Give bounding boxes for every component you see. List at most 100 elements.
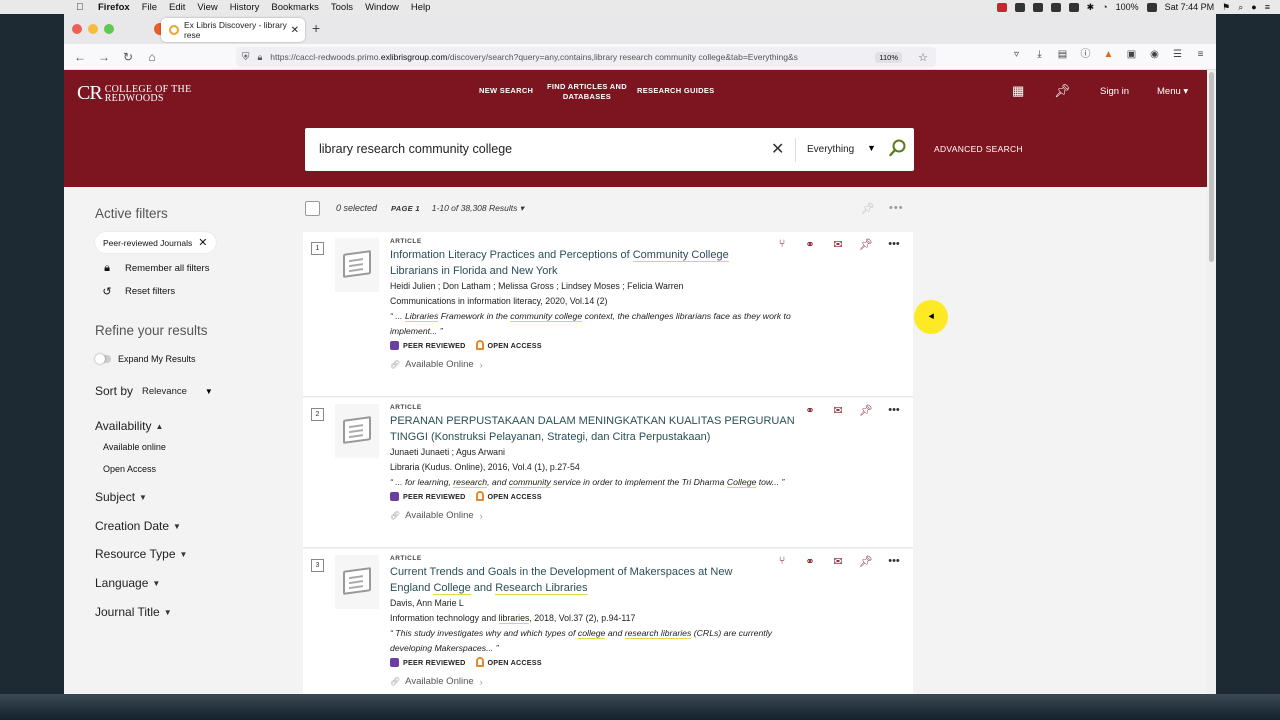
reload-icon[interactable]: ↻ — [116, 50, 140, 64]
facet-creation-date[interactable]: Creation Date ▼ — [95, 519, 181, 533]
sign-in-link[interactable]: Sign in — [1100, 86, 1129, 97]
result-title[interactable]: Current Trends and Goals in the Developm… — [390, 565, 860, 596]
nav-find-articles[interactable]: FIND ARTICLES AND DATABASES — [547, 82, 627, 102]
reset-filters[interactable]: ↺ Reset filters — [97, 285, 175, 298]
scrollbar-thumb[interactable] — [1209, 72, 1214, 262]
zoom-window-icon[interactable] — [104, 24, 114, 34]
results-count[interactable]: 1-10 of 38,308 Results ▾ — [432, 203, 524, 214]
extension-icon[interactable]: ⓘ — [1080, 49, 1091, 60]
result-thumbnail[interactable] — [335, 555, 379, 609]
result-item[interactable]: 2 ARTICLE PERANAN PERPUSTAKAAN DALAM MEN… — [303, 398, 913, 548]
result-item[interactable]: 1 ARTICLE Information Literacy Practices… — [303, 232, 913, 397]
shield-icon[interactable]: ⛨ — [242, 52, 250, 63]
downloads-icon[interactable]: ⤓ — [1034, 49, 1045, 60]
close-window-icon[interactable] — [72, 24, 82, 34]
nav-research-guides[interactable]: RESEARCH GUIDES — [637, 86, 714, 96]
more-actions-icon[interactable]: ••• — [887, 404, 901, 417]
menu-file[interactable]: File — [142, 2, 157, 13]
clock[interactable]: Sat 7:44 PM — [1165, 2, 1215, 12]
page-scrollbar[interactable] — [1207, 70, 1216, 694]
menu-edit[interactable]: Edit — [169, 2, 185, 13]
result-title[interactable]: Information Literacy Practices and Perce… — [390, 248, 860, 279]
facet-option-available-online[interactable]: Available online — [103, 442, 166, 452]
siri-icon[interactable]: ● — [1251, 2, 1256, 12]
url-bar[interactable]: ⛨ 🔒︎ https://caccl-redwoods.primo.exlibr… — [236, 47, 936, 67]
bookmark-star-icon[interactable]: ☆ — [918, 51, 928, 64]
permalink-icon[interactable]: ⚭ — [803, 555, 817, 568]
search-icon[interactable] — [889, 139, 907, 157]
menu-help[interactable]: Help — [411, 2, 431, 13]
search-scope-select[interactable]: Everything — [807, 144, 854, 155]
pin-icon[interactable]: 📌︎ — [861, 202, 875, 215]
expand-results[interactable]: Expand My Results — [95, 354, 196, 364]
back-icon[interactable]: ← — [68, 50, 92, 64]
extension-icon[interactable]: ◉ — [1149, 49, 1160, 60]
expand-toggle[interactable] — [95, 354, 111, 364]
search-input[interactable]: library research community college — [319, 142, 512, 156]
availability-link[interactable]: 🔗︎ Available Online › — [390, 359, 860, 370]
pin-icon[interactable]: 📌︎ — [859, 238, 873, 251]
email-icon[interactable]: ✉ — [831, 404, 845, 417]
permalink-icon[interactable]: ⚭ — [803, 238, 817, 251]
facet-subject[interactable]: Subject ▼ — [95, 490, 147, 504]
zoom-level[interactable]: 110% — [875, 51, 902, 63]
qr-code-icon[interactable]: ▦ — [1012, 83, 1024, 99]
menu-window[interactable]: Window — [365, 2, 399, 13]
tab-active[interactable]: Ex Libris Discovery - library rese ✕ — [161, 18, 305, 42]
clear-search-icon[interactable]: ✕ — [771, 139, 784, 159]
bluetooth-icon[interactable]: ✱ — [1087, 2, 1095, 13]
extension-icon[interactable]: ▣ — [1126, 49, 1137, 60]
flag-icon[interactable]: ⚑ — [1222, 2, 1230, 13]
result-title[interactable]: PERANAN PERPUSTAKAAN DALAM MENINGKATKAN … — [390, 414, 860, 445]
facet-journal-title[interactable]: Journal Title ▼ — [95, 605, 172, 619]
availability-link[interactable]: 🔗︎ Available Online › — [390, 676, 860, 687]
more-actions-icon[interactable]: ••• — [887, 238, 901, 251]
more-actions-icon[interactable]: ••• — [889, 202, 904, 214]
pin-icon[interactable]: 📌︎ — [1054, 83, 1071, 99]
select-all-checkbox[interactable] — [305, 200, 320, 216]
email-icon[interactable]: ✉ — [831, 555, 845, 568]
facet-option-open-access[interactable]: Open Access — [103, 464, 156, 474]
sort-control[interactable]: Sort by Relevance ▼ — [95, 384, 213, 398]
tab-close-icon[interactable]: ✕ — [291, 25, 299, 36]
chevron-down-icon[interactable]: ▼ — [867, 143, 876, 153]
minimize-window-icon[interactable] — [88, 24, 98, 34]
extension-icon[interactable]: ▲ — [1103, 49, 1114, 60]
citation-trail-icon[interactable]: ⑂ — [775, 238, 789, 251]
lock-icon[interactable]: 🔒︎ — [258, 52, 263, 63]
pin-icon[interactable]: 📌︎ — [859, 404, 873, 417]
sidebar-icon[interactable]: ▤ — [1057, 49, 1068, 60]
menu-view[interactable]: View — [197, 2, 217, 13]
facet-resource-type[interactable]: Resource Type ▼ — [95, 547, 187, 561]
display-icon[interactable] — [1068, 2, 1079, 12]
app-s-icon[interactable] — [1032, 2, 1043, 12]
app-menu-icon[interactable]: ≡ — [1195, 49, 1206, 60]
home-icon[interactable]: ⌂ — [140, 50, 164, 64]
pin-icon[interactable]: 📌︎ — [859, 555, 873, 568]
result-thumbnail[interactable] — [335, 238, 379, 292]
chevron-down-icon[interactable]: ▼ — [205, 387, 213, 396]
forward-icon[interactable]: → — [92, 50, 116, 64]
control-center-icon[interactable]: ≡ — [1265, 2, 1270, 12]
active-filter-chip[interactable]: Peer-reviewed Journals ✕ — [95, 232, 216, 253]
result-item[interactable]: 3 ARTICLE Current Trends and Goals in th… — [303, 549, 913, 694]
citation-trail-icon[interactable]: ⑂ — [775, 555, 789, 568]
advanced-search-link[interactable]: ADVANCED SEARCH — [934, 144, 1023, 154]
college-logo[interactable]: CR COLLEGE OF THE REDWOODS — [77, 82, 191, 105]
menu-tools[interactable]: Tools — [331, 2, 353, 13]
nav-new-search[interactable]: NEW SEARCH — [479, 86, 533, 96]
new-tab-icon[interactable]: + — [312, 20, 320, 36]
email-icon[interactable]: ✉ — [831, 238, 845, 251]
url-text[interactable]: https://caccl-redwoods.primo.exlibrisgro… — [270, 52, 830, 62]
record-icon[interactable] — [996, 2, 1007, 12]
wifi-icon[interactable]: ◔ — [1102, 2, 1107, 12]
menu-button[interactable]: Menu ▾ — [1157, 86, 1188, 97]
facet-language[interactable]: Language ▼ — [95, 576, 160, 590]
menu-app-name[interactable]: Firefox — [98, 2, 130, 13]
pocket-icon[interactable]: ▿ — [1011, 49, 1022, 60]
result-thumbnail[interactable] — [335, 404, 379, 458]
menu-history[interactable]: History — [230, 2, 260, 13]
extensions-icon[interactable]: ☰ — [1172, 49, 1183, 60]
remove-filter-icon[interactable]: ✕ — [198, 236, 207, 249]
battery-icon[interactable] — [1146, 2, 1157, 12]
